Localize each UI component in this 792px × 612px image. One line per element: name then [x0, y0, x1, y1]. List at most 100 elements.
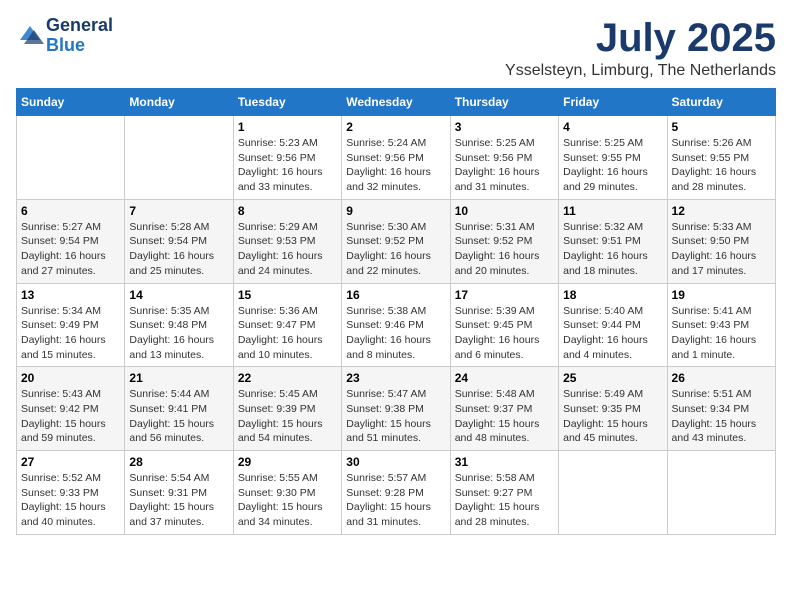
day-number: 4 — [563, 120, 662, 134]
day-number: 6 — [21, 204, 120, 218]
day-detail: Sunrise: 5:44 AM Sunset: 9:41 PM Dayligh… — [129, 387, 228, 446]
calendar-cell — [559, 451, 667, 535]
day-number: 25 — [563, 371, 662, 385]
day-number: 12 — [672, 204, 771, 218]
calendar-cell: 13 Sunrise: 5:34 AM Sunset: 9:49 PM Dayli… — [17, 283, 125, 367]
day-number: 3 — [455, 120, 554, 134]
day-detail: Sunrise: 5:57 AM Sunset: 9:28 PM Dayligh… — [346, 471, 445, 530]
weekday-header-cell: Wednesday — [342, 89, 450, 116]
calendar-body: 1 Sunrise: 5:23 AM Sunset: 9:56 PM Daylig… — [17, 116, 776, 535]
day-detail: Sunrise: 5:36 AM Sunset: 9:47 PM Dayligh… — [238, 304, 337, 363]
calendar-cell: 1 Sunrise: 5:23 AM Sunset: 9:56 PM Daylig… — [233, 116, 341, 200]
day-detail: Sunrise: 5:31 AM Sunset: 9:52 PM Dayligh… — [455, 220, 554, 279]
day-number: 5 — [672, 120, 771, 134]
calendar-cell: 15 Sunrise: 5:36 AM Sunset: 9:47 PM Dayli… — [233, 283, 341, 367]
weekday-header-cell: Tuesday — [233, 89, 341, 116]
title-area: July 2025 Ysselsteyn, Limburg, The Nethe… — [505, 16, 776, 80]
day-number: 11 — [563, 204, 662, 218]
day-number: 19 — [672, 288, 771, 302]
day-detail: Sunrise: 5:49 AM Sunset: 9:35 PM Dayligh… — [563, 387, 662, 446]
day-detail: Sunrise: 5:58 AM Sunset: 9:27 PM Dayligh… — [455, 471, 554, 530]
day-number: 30 — [346, 455, 445, 469]
day-detail: Sunrise: 5:48 AM Sunset: 9:37 PM Dayligh… — [455, 387, 554, 446]
page-header: General Blue July 2025 Ysselsteyn, Limbu… — [16, 16, 776, 80]
logo: General Blue — [16, 16, 113, 56]
logo-text-general: General — [46, 16, 113, 36]
day-number: 26 — [672, 371, 771, 385]
calendar-cell: 7 Sunrise: 5:28 AM Sunset: 9:54 PM Daylig… — [125, 199, 233, 283]
calendar-cell: 10 Sunrise: 5:31 AM Sunset: 9:52 PM Dayli… — [450, 199, 558, 283]
day-number: 21 — [129, 371, 228, 385]
day-number: 13 — [21, 288, 120, 302]
calendar-cell: 23 Sunrise: 5:47 AM Sunset: 9:38 PM Dayli… — [342, 367, 450, 451]
calendar-cell: 18 Sunrise: 5:40 AM Sunset: 9:44 PM Dayli… — [559, 283, 667, 367]
day-detail: Sunrise: 5:41 AM Sunset: 9:43 PM Dayligh… — [672, 304, 771, 363]
day-detail: Sunrise: 5:43 AM Sunset: 9:42 PM Dayligh… — [21, 387, 120, 446]
day-number: 22 — [238, 371, 337, 385]
calendar-cell: 30 Sunrise: 5:57 AM Sunset: 9:28 PM Dayli… — [342, 451, 450, 535]
day-detail: Sunrise: 5:47 AM Sunset: 9:38 PM Dayligh… — [346, 387, 445, 446]
day-number: 16 — [346, 288, 445, 302]
calendar-cell — [17, 116, 125, 200]
calendar-cell: 14 Sunrise: 5:35 AM Sunset: 9:48 PM Dayli… — [125, 283, 233, 367]
calendar-cell — [667, 451, 775, 535]
day-detail: Sunrise: 5:40 AM Sunset: 9:44 PM Dayligh… — [563, 304, 662, 363]
weekday-header-cell: Monday — [125, 89, 233, 116]
day-number: 17 — [455, 288, 554, 302]
day-detail: Sunrise: 5:27 AM Sunset: 9:54 PM Dayligh… — [21, 220, 120, 279]
calendar-cell: 5 Sunrise: 5:26 AM Sunset: 9:55 PM Daylig… — [667, 116, 775, 200]
calendar-cell: 21 Sunrise: 5:44 AM Sunset: 9:41 PM Dayli… — [125, 367, 233, 451]
day-number: 14 — [129, 288, 228, 302]
calendar-cell: 27 Sunrise: 5:52 AM Sunset: 9:33 PM Dayli… — [17, 451, 125, 535]
day-number: 23 — [346, 371, 445, 385]
calendar-table: SundayMondayTuesdayWednesdayThursdayFrid… — [16, 88, 776, 535]
day-detail: Sunrise: 5:26 AM Sunset: 9:55 PM Dayligh… — [672, 136, 771, 195]
day-detail: Sunrise: 5:25 AM Sunset: 9:56 PM Dayligh… — [455, 136, 554, 195]
calendar-cell: 17Sunrise: 5:39 AM Sunset: 9:45 PM Dayli… — [450, 283, 558, 367]
day-number: 18 — [563, 288, 662, 302]
day-detail: Sunrise: 5:35 AM Sunset: 9:48 PM Dayligh… — [129, 304, 228, 363]
day-detail: Sunrise: 5:34 AM Sunset: 9:49 PM Dayligh… — [21, 304, 120, 363]
calendar-cell: 31 Sunrise: 5:58 AM Sunset: 9:27 PM Dayli… — [450, 451, 558, 535]
calendar-cell: 22 Sunrise: 5:45 AM Sunset: 9:39 PM Dayli… — [233, 367, 341, 451]
calendar-cell — [125, 116, 233, 200]
day-detail: Sunrise: 5:28 AM Sunset: 9:54 PM Dayligh… — [129, 220, 228, 279]
calendar-cell: 8Sunrise: 5:29 AM Sunset: 9:53 PM Daylig… — [233, 199, 341, 283]
calendar-week-row: 27 Sunrise: 5:52 AM Sunset: 9:33 PM Dayli… — [17, 451, 776, 535]
day-detail: Sunrise: 5:51 AM Sunset: 9:34 PM Dayligh… — [672, 387, 771, 446]
calendar-cell: 4Sunrise: 5:25 AM Sunset: 9:55 PM Daylig… — [559, 116, 667, 200]
day-detail: Sunrise: 5:32 AM Sunset: 9:51 PM Dayligh… — [563, 220, 662, 279]
day-number: 20 — [21, 371, 120, 385]
day-detail: Sunrise: 5:55 AM Sunset: 9:30 PM Dayligh… — [238, 471, 337, 530]
day-detail: Sunrise: 5:24 AM Sunset: 9:56 PM Dayligh… — [346, 136, 445, 195]
weekday-header-cell: Sunday — [17, 89, 125, 116]
day-number: 7 — [129, 204, 228, 218]
day-detail: Sunrise: 5:52 AM Sunset: 9:33 PM Dayligh… — [21, 471, 120, 530]
day-detail: Sunrise: 5:23 AM Sunset: 9:56 PM Dayligh… — [238, 136, 337, 195]
day-number: 29 — [238, 455, 337, 469]
calendar-cell: 6 Sunrise: 5:27 AM Sunset: 9:54 PM Daylig… — [17, 199, 125, 283]
day-number: 31 — [455, 455, 554, 469]
weekday-header-cell: Saturday — [667, 89, 775, 116]
day-number: 1 — [238, 120, 337, 134]
day-number: 27 — [21, 455, 120, 469]
weekday-header-row: SundayMondayTuesdayWednesdayThursdayFrid… — [17, 89, 776, 116]
calendar-week-row: 20 Sunrise: 5:43 AM Sunset: 9:42 PM Dayli… — [17, 367, 776, 451]
day-detail: Sunrise: 5:30 AM Sunset: 9:52 PM Dayligh… — [346, 220, 445, 279]
logo-icon — [16, 22, 44, 50]
calendar-cell: 25 Sunrise: 5:49 AM Sunset: 9:35 PM Dayli… — [559, 367, 667, 451]
day-number: 15 — [238, 288, 337, 302]
calendar-cell: 29 Sunrise: 5:55 AM Sunset: 9:30 PM Dayli… — [233, 451, 341, 535]
day-detail: Sunrise: 5:45 AM Sunset: 9:39 PM Dayligh… — [238, 387, 337, 446]
day-detail: Sunrise: 5:33 AM Sunset: 9:50 PM Dayligh… — [672, 220, 771, 279]
day-detail: Sunrise: 5:38 AM Sunset: 9:46 PM Dayligh… — [346, 304, 445, 363]
calendar-cell: 9 Sunrise: 5:30 AM Sunset: 9:52 PM Daylig… — [342, 199, 450, 283]
calendar-cell: 26 Sunrise: 5:51 AM Sunset: 9:34 PM Dayli… — [667, 367, 775, 451]
day-detail: Sunrise: 5:29 AM Sunset: 9:53 PM Dayligh… — [238, 220, 337, 279]
calendar-cell: 20 Sunrise: 5:43 AM Sunset: 9:42 PM Dayli… — [17, 367, 125, 451]
day-detail: Sunrise: 5:54 AM Sunset: 9:31 PM Dayligh… — [129, 471, 228, 530]
day-number: 9 — [346, 204, 445, 218]
calendar-cell: 12 Sunrise: 5:33 AM Sunset: 9:50 PM Dayli… — [667, 199, 775, 283]
calendar-week-row: 6 Sunrise: 5:27 AM Sunset: 9:54 PM Daylig… — [17, 199, 776, 283]
day-number: 10 — [455, 204, 554, 218]
